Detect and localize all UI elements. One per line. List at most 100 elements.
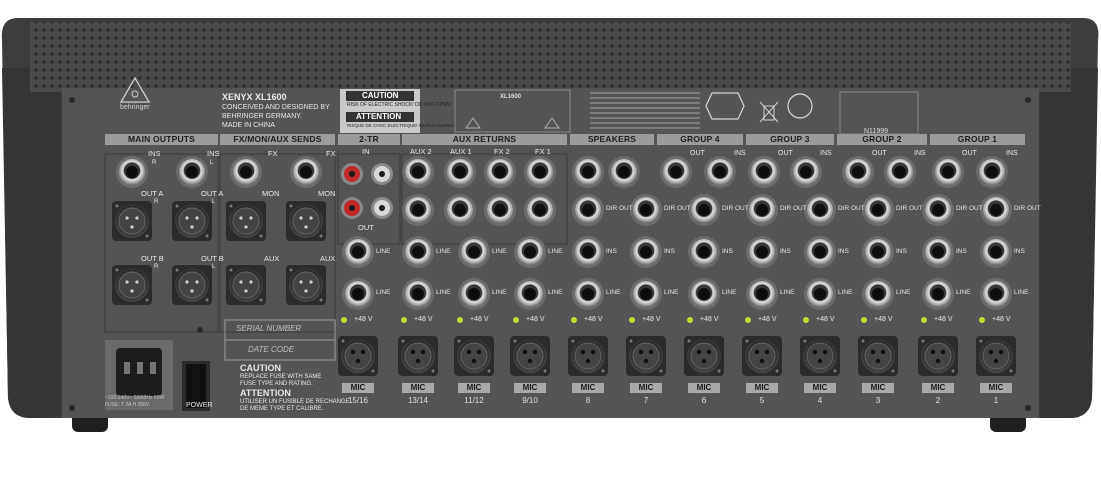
speaker-r-jack[interactable]: [572, 156, 604, 188]
aux-return-l-jack-2[interactable]: [484, 194, 516, 226]
ins-jack-2[interactable]: [688, 236, 720, 268]
mic-input-xlr-11/12[interactable]: [454, 336, 494, 376]
group2-out-jack[interactable]: [842, 156, 874, 188]
channel-jack-label: INS: [780, 248, 791, 255]
mic-input-xlr-6[interactable]: [684, 336, 724, 376]
line-l-jack-2[interactable]: [458, 236, 490, 268]
phantom-label: +48 V: [642, 316, 661, 323]
line-in-jack-5[interactable]: [862, 278, 894, 310]
two-tr-in-r-rca[interactable]: [341, 163, 363, 185]
group4-out-jack[interactable]: [660, 156, 692, 188]
mic-input-xlr-15/16[interactable]: [338, 336, 378, 376]
main-ins-l-jack[interactable]: [176, 156, 208, 188]
mic-input-xlr-4[interactable]: [800, 336, 840, 376]
group1-out-jack[interactable]: [932, 156, 964, 188]
main-ins-label-r: INS: [148, 149, 161, 158]
ins-jack-1[interactable]: [630, 236, 662, 268]
aux-return-r-jack-1[interactable]: [444, 156, 476, 188]
dir-out-jack-2[interactable]: [688, 194, 720, 226]
line-l-jack-1[interactable]: [402, 236, 434, 268]
mic-input-xlr-5[interactable]: [742, 336, 782, 376]
group4-ins-jack[interactable]: [704, 156, 736, 188]
aux-return-r-jack-3[interactable]: [524, 156, 556, 188]
dir-out-jack-4[interactable]: [804, 194, 836, 226]
main-ins-r-jack[interactable]: [116, 156, 148, 188]
line-in-jack-7[interactable]: [980, 278, 1012, 310]
caution-title: CAUTION: [362, 91, 399, 100]
line-l-jack-0[interactable]: [342, 236, 374, 268]
aux-return-l-jack-3[interactable]: [524, 194, 556, 226]
fx1-send-jack[interactable]: [290, 156, 322, 188]
dir-out-jack-5[interactable]: [862, 194, 894, 226]
main-out-a-l-xlr[interactable]: [172, 201, 212, 241]
fuse-caution-title: CAUTION: [240, 363, 281, 373]
mic-input-xlr-3[interactable]: [858, 336, 898, 376]
line-in-jack-4[interactable]: [804, 278, 836, 310]
main-out-b-l-xlr[interactable]: [172, 265, 212, 305]
aux-return-l-jack-0[interactable]: [402, 194, 434, 226]
mic-input-xlr-8[interactable]: [568, 336, 608, 376]
channel-jack-label: DIR OUT: [780, 205, 807, 212]
fx2-send-jack[interactable]: [230, 156, 262, 188]
info-line-3: MADE IN CHINA: [222, 122, 275, 129]
mic-channel-number: 2: [935, 396, 941, 405]
two-tr-in-l-rca[interactable]: [371, 163, 393, 185]
group3-out-jack[interactable]: [748, 156, 780, 188]
dir-out-jack-7[interactable]: [980, 194, 1012, 226]
main-out-b-r: R: [154, 264, 159, 270]
main-ins-l: L: [210, 160, 214, 166]
two-tr-out-r-rca[interactable]: [341, 197, 363, 219]
model-title: XENYX XL1600: [222, 92, 287, 102]
aux-return-r-jack-0[interactable]: [402, 156, 434, 188]
line-r-jack-2[interactable]: [458, 278, 490, 310]
line-in-jack-6[interactable]: [922, 278, 954, 310]
aux-return-r-jack-2[interactable]: [484, 156, 516, 188]
fuse-attention-title: ATTENTION: [240, 388, 291, 398]
left-side-panel: [2, 68, 60, 418]
mon2-label: MON: [262, 189, 280, 198]
mic-input-xlr-2[interactable]: [918, 336, 958, 376]
mic-input-xlr-13/14[interactable]: [398, 336, 438, 376]
line-r-jack-0[interactable]: [342, 278, 374, 310]
mic-input-xlr-7[interactable]: [626, 336, 666, 376]
aux1-send-xlr[interactable]: [286, 265, 326, 305]
ins-jack-4[interactable]: [804, 236, 836, 268]
two-tr-out-l-rca[interactable]: [371, 197, 393, 219]
mic-input-xlr-9/10[interactable]: [510, 336, 550, 376]
date-code-label: DATE CODE: [248, 345, 295, 354]
mon2-send-xlr[interactable]: [226, 201, 266, 241]
mic-label: MIC: [350, 383, 366, 392]
line-r-jack-1[interactable]: [402, 278, 434, 310]
ins-jack-0[interactable]: [572, 236, 604, 268]
line-in-jack-3[interactable]: [746, 278, 778, 310]
mon1-send-xlr[interactable]: [286, 201, 326, 241]
group1-ins-jack[interactable]: [976, 156, 1008, 188]
channel-jack-label: LINE: [664, 289, 679, 296]
line-in-jack-2[interactable]: [688, 278, 720, 310]
phantom-label: +48 V: [470, 316, 489, 323]
main-out-a-r-xlr[interactable]: [112, 201, 152, 241]
dir-out-jack-6[interactable]: [922, 194, 954, 226]
mic-label: MIC: [812, 383, 828, 392]
main-out-b-r-xlr[interactable]: [112, 265, 152, 305]
dir-out-jack-0[interactable]: [572, 194, 604, 226]
dir-out-jack-1[interactable]: [630, 194, 662, 226]
ins-jack-3[interactable]: [746, 236, 778, 268]
group2-ins-jack[interactable]: [884, 156, 916, 188]
dir-out-jack-3[interactable]: [746, 194, 778, 226]
line-in-jack-1[interactable]: [630, 278, 662, 310]
line-l-jack-3[interactable]: [514, 236, 546, 268]
mic-label: MIC: [754, 383, 770, 392]
ins-jack-7[interactable]: [980, 236, 1012, 268]
aux-return-l-jack-1[interactable]: [444, 194, 476, 226]
line-in-jack-0[interactable]: [572, 278, 604, 310]
ins-jack-5[interactable]: [862, 236, 894, 268]
phantom-led: [401, 317, 407, 323]
speaker-l-jack[interactable]: [608, 156, 640, 188]
mic-input-xlr-1[interactable]: [976, 336, 1016, 376]
line-r-jack-3[interactable]: [514, 278, 546, 310]
group3-ins-jack[interactable]: [790, 156, 822, 188]
right-side-panel: [1040, 68, 1098, 418]
aux2-send-xlr[interactable]: [226, 265, 266, 305]
ins-jack-6[interactable]: [922, 236, 954, 268]
